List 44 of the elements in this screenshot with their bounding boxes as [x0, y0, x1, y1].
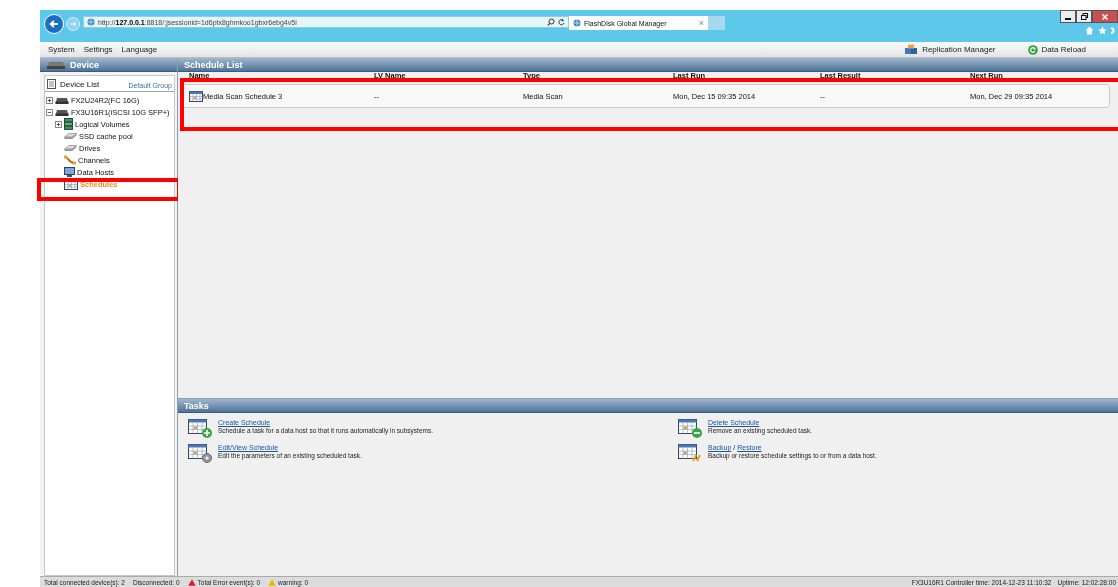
calendar-icon — [188, 444, 212, 463]
device-icon — [55, 96, 69, 104]
stack-icon — [64, 118, 73, 130]
star-icon[interactable] — [1098, 26, 1107, 35]
expand-icon[interactable] — [46, 96, 53, 104]
toolbar-button[interactable]: Replication Manager — [904, 44, 996, 55]
warning-triangle-icon — [187, 578, 196, 586]
restore-button[interactable] — [1076, 10, 1092, 23]
calendar-icon — [188, 419, 212, 438]
calendar-icon — [678, 444, 702, 463]
menu-item[interactable]: System — [48, 45, 75, 54]
panel-title: Device — [70, 59, 100, 70]
close-icon — [1102, 13, 1108, 20]
device-list-label: Device List — [60, 80, 100, 89]
expand-icon[interactable] — [55, 120, 62, 128]
computer-icon — [64, 167, 75, 177]
back-arrow-icon — [49, 20, 59, 28]
restore-icon — [1080, 13, 1088, 20]
refresh-icon — [1027, 44, 1038, 55]
panel-title: Tasks — [184, 400, 209, 411]
device-icon — [46, 60, 66, 69]
search-icon[interactable] — [547, 18, 555, 26]
disk-icon — [64, 132, 77, 140]
globe-icon — [573, 19, 581, 27]
close-tab-button[interactable]: × — [698, 18, 704, 28]
disk-icon — [64, 144, 77, 152]
menu-item[interactable]: Settings — [83, 45, 113, 54]
menu-item[interactable]: Language — [121, 45, 158, 54]
device-icon — [55, 108, 69, 116]
back-button[interactable] — [44, 14, 64, 34]
calendar-icon — [189, 90, 203, 102]
cable-icon — [64, 155, 76, 165]
minimize-button[interactable] — [1060, 10, 1076, 23]
refresh-icon[interactable] — [558, 18, 565, 26]
toolbar-button[interactable]: Data Reload — [1027, 44, 1086, 55]
warning-triangle-icon — [268, 578, 277, 586]
forward-arrow-icon — [69, 21, 77, 27]
panel-title: Schedule List — [184, 59, 243, 70]
collapse-icon[interactable] — [46, 108, 53, 116]
calendar-icon — [678, 419, 702, 438]
close-button[interactable] — [1092, 10, 1118, 23]
globe-icon — [87, 18, 95, 26]
list-icon — [47, 79, 57, 89]
boxes-icon — [904, 44, 919, 55]
